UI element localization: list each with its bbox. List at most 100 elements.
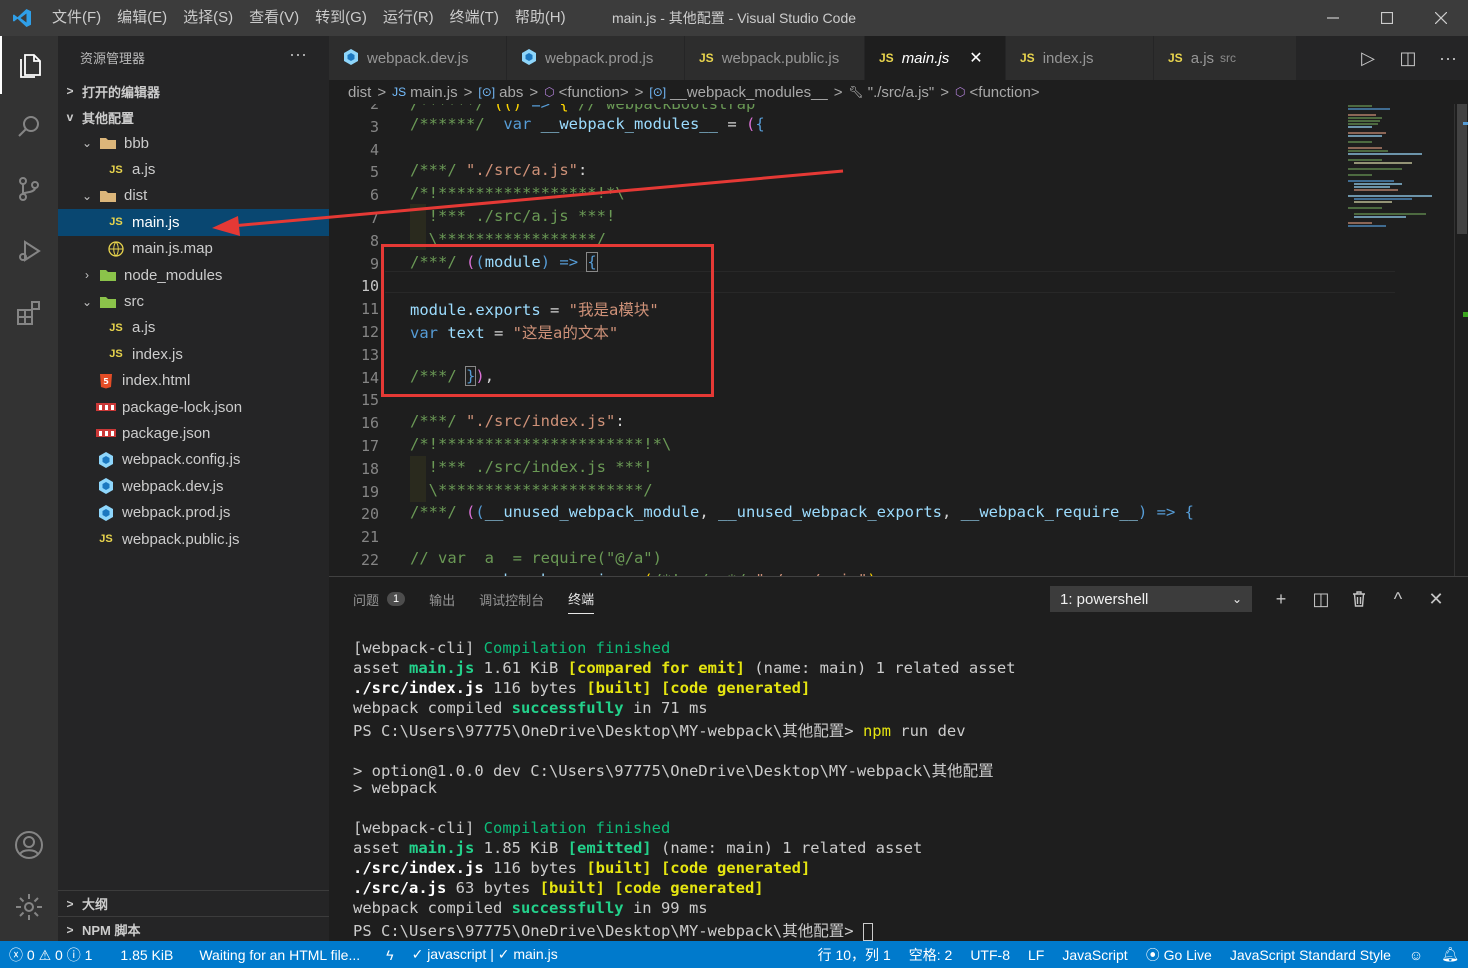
explorer-icon[interactable] [0,36,58,94]
menu-go[interactable]: 转到(G) [307,0,375,36]
tree-item[interactable]: webpack.prod.js [58,499,329,525]
terminal-line: PS C:\Users\97775\OneDrive\Desktop\MY-we… [353,919,873,941]
tree-item[interactable]: ⌄ dist [58,183,329,209]
add-terminal-icon[interactable]: + [1266,585,1296,613]
split-editor-icon[interactable]: ◫ [1388,48,1428,69]
tab-debug-console[interactable]: 调试控制台 [479,577,544,621]
tree-item[interactable]: package.json [58,420,329,446]
breadcrumb-item[interactable]: <function> [970,84,1040,101]
tree-item[interactable]: webpack.dev.js [58,473,329,499]
tree-item-label: index.html [122,372,191,390]
chevron-down-icon: ⌄ [1231,592,1242,606]
npm-scripts-section[interactable]: > NPM 脚本 [58,916,329,942]
tab-output[interactable]: 输出 [429,577,455,621]
lightning-icon[interactable]: ϟ [377,947,402,963]
maximize-icon[interactable] [1360,0,1414,36]
language-breadcrumb[interactable]: ✓ javascript | ✓ main.js [403,946,567,963]
tree-item-label: webpack.dev.js [122,477,224,495]
run-debug-icon[interactable] [0,222,58,280]
feedback-icon[interactable]: ☺ [1400,947,1432,963]
line-number: 3 [369,117,379,136]
menu-file[interactable]: 文件(F) [44,0,109,36]
menu-help[interactable]: 帮助(H) [507,0,574,36]
broadcast-icon: ⦿ [1145,946,1160,963]
outline-section[interactable]: > 大纲 [58,890,329,916]
info-count: 1 [84,946,93,963]
terminal-select[interactable]: 1: powershell ⌄ [1050,586,1252,612]
tree-item[interactable]: ⌄ bbb [58,130,329,156]
run-icon[interactable]: ▷ [1348,48,1388,69]
menu-view[interactable]: 查看(V) [241,0,307,36]
indentation[interactable]: 空格: 2 [900,945,962,965]
tab-problems[interactable]: 问题 1 [353,577,406,621]
notifications-bell-icon[interactable]: 🔔︎ [1432,946,1468,963]
problems-status[interactable]: ⓧ 0 ⚠ 0 ⓘ 1 [0,945,101,965]
breadcrumb-item[interactable]: __webpack_modules__ [670,84,828,101]
language-mode[interactable]: JavaScript [1053,947,1136,963]
extensions-icon[interactable] [0,284,58,342]
line-number: 17 [360,437,379,455]
close-panel-icon[interactable]: ✕ [1421,585,1451,613]
breadcrumb-item[interactable]: main.js [410,84,458,101]
menu-edit[interactable]: 编辑(E) [109,0,175,36]
settings-gear-icon[interactable] [0,878,58,936]
tab-webpack-dev-js[interactable]: webpack.dev.js [329,36,507,80]
menu-terminal[interactable]: 终端(T) [442,0,507,36]
tree-item[interactable]: main.js.map [58,236,329,262]
source-control-icon[interactable] [0,160,58,218]
breadcrumb-item[interactable]: <function> [559,84,629,101]
folder-section[interactable]: v 其他配置 [58,104,329,130]
tab-a-js[interactable]: JS a.js src [1154,36,1297,80]
line-number: 21 [360,528,379,547]
trash-icon[interactable] [1344,585,1374,613]
breadcrumb-item[interactable]: "./src/a.js" [868,84,935,101]
tab-webpack-prod-js[interactable]: webpack.prod.js [507,36,685,80]
editor-scrollbar[interactable] [1454,104,1468,576]
search-icon[interactable] [0,98,58,156]
scroll-marker [1463,312,1468,317]
go-live-button[interactable]: ⦿ Go Live [1137,945,1221,965]
more-actions-icon[interactable]: ··· [1428,48,1468,69]
tab-webpack-public-js[interactable]: JS webpack.public.js [685,36,865,80]
tree-item[interactable]: 5 index.html [58,368,329,394]
live-preview-status[interactable]: Waiting for an HTML file... [190,947,369,963]
tree-item-label: dist [124,187,148,205]
breadcrumb-item[interactable]: abs [499,84,523,101]
tree-item[interactable]: JS a.js [58,156,329,182]
line-number: 7 [369,209,379,227]
tree-item[interactable]: › node_modules [58,262,329,288]
tab-main-js[interactable]: JS main.js ✕ [865,36,1006,80]
tab-terminal[interactable]: 终端 [568,584,595,614]
close-tab-icon[interactable]: ✕ [969,48,982,68]
split-terminal-icon[interactable]: ◫ [1306,585,1336,613]
more-actions-icon[interactable]: ··· [289,44,307,65]
account-icon[interactable] [0,816,58,874]
terminal-line: webpack compiled successfully in 71 ms [353,699,708,717]
tab-label: webpack.prod.js [545,49,654,67]
open-editors-section[interactable]: > 打开的编辑器 [58,78,329,104]
code-line: /*!*****************!*\ [410,184,625,202]
tab-index-js[interactable]: JS index.js [1006,36,1154,80]
end-of-line[interactable]: LF [1019,947,1053,963]
tree-item[interactable]: JS main.js [58,209,329,236]
minimap[interactable] [1342,104,1454,576]
encoding[interactable]: UTF-8 [961,947,1019,963]
function-cube-icon: ⬡ [544,85,555,99]
webpack-icon [94,451,118,469]
close-window-icon[interactable] [1414,0,1468,36]
menu-selection[interactable]: 选择(S) [175,0,241,36]
tree-item[interactable]: ⌄ src [58,288,329,314]
tree-item[interactable]: package-lock.json [58,394,329,420]
breadcrumb-item[interactable]: dist [348,84,371,101]
tree-item[interactable]: JS index.js [58,341,329,367]
tree-item[interactable]: JS a.js [58,315,329,341]
cursor-position[interactable]: 行 10，列 1 [809,945,900,965]
linter-status[interactable]: JavaScript Standard Style [1221,947,1400,963]
menu-run[interactable]: 运行(R) [375,0,442,36]
tree-item[interactable]: JS webpack.public.js [58,526,329,552]
terminal-line: PS C:\Users\97775\OneDrive\Desktop\MY-we… [353,722,966,740]
status-right: 行 10，列 1 空格: 2 UTF-8 LF JavaScript ⦿ Go … [809,941,1468,968]
minimize-icon[interactable] [1306,0,1360,36]
tree-item[interactable]: webpack.config.js [58,447,329,473]
maximize-panel-icon[interactable]: ^ [1383,585,1413,613]
